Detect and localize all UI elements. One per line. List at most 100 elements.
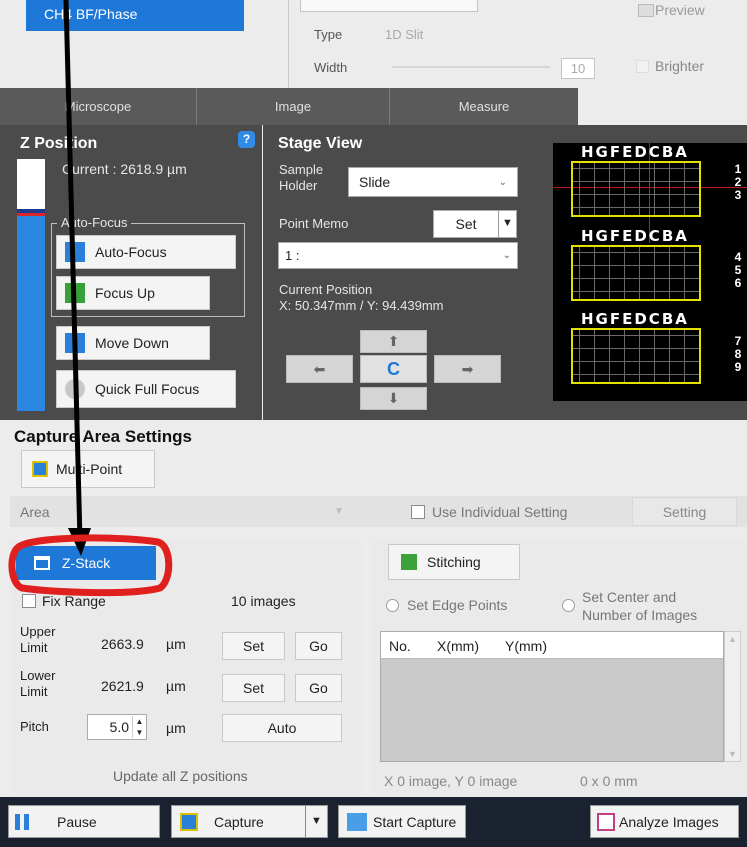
stepper-arrows-icon[interactable]: ▲ ▼ [132,716,146,738]
focus-up-button[interactable]: Focus Up [56,276,210,310]
point-memo-set-label: Set [455,216,477,232]
capture-area-title: Capture Area Settings [14,427,192,446]
top-divider [288,0,289,88]
area-select[interactable]: ▼ [60,499,350,523]
channel-button[interactable]: CH4 BF/Phase [26,0,244,31]
analyze-images-icon [597,812,615,831]
plate-slide-2[interactable] [571,245,701,301]
slot-number: 8 [734,347,742,361]
autofocus-icon [65,242,85,262]
pitch-label: Pitch [20,719,49,734]
upper-set-button[interactable]: Set [222,632,285,660]
slot-number: 7 [734,334,742,348]
lower-limit-value: 2621.9 [101,678,144,694]
analyze-images-button-label: Analyze Images [619,813,719,830]
autofocus-button[interactable]: Auto-Focus [56,235,236,269]
stage-view-title: Stage View [278,135,363,152]
current-position-value: X: 50.347mm / Y: 94.439mm [279,298,444,313]
points-table[interactable]: No. X(mm) Y(mm) [380,631,724,762]
edge-points-radio[interactable] [386,599,399,612]
stitching-size: 0 x 0 mm [580,773,638,789]
pitch-stepper[interactable]: 5.0 ▲ ▼ [87,714,147,740]
tab-measure[interactable]: Measure [390,88,578,125]
multipoint-button-label: Multi-Point [56,461,123,477]
capture-button[interactable]: Capture ▼ [171,805,328,838]
tab-image[interactable]: Image [197,88,390,125]
z-slider[interactable] [17,159,45,411]
move-down-button[interactable]: Move Down [56,326,210,360]
analyze-images-button[interactable]: Analyze Images [590,805,739,838]
tab-microscope[interactable]: Microscope [0,88,197,125]
use-individual-checkbox[interactable] [411,505,425,519]
use-individual-label: Use Individual Setting [432,504,568,520]
slot-number: 9 [734,360,742,374]
lower-set-button[interactable]: Set [222,674,285,702]
stitching-button-label: Stitching [427,554,481,570]
start-capture-button[interactable]: Start Capture [338,805,466,838]
lower-limit-unit: µm [166,678,186,694]
move-down-icon [65,333,85,353]
set-center-radio[interactable] [562,599,575,612]
points-table-scrollbar[interactable]: ▲ ▼ [724,631,741,762]
help-icon[interactable]: ? [238,131,255,148]
scroll-up-icon[interactable]: ▲ [728,634,737,644]
current-position-label: Current Position [279,282,373,297]
start-capture-button-label: Start Capture [373,813,457,830]
zstack-button[interactable]: Z-Stack [16,546,156,580]
slot-number: 2 [734,175,742,189]
focus-up-icon [65,283,85,303]
plate-map[interactable]: HGFEDCBA 1 2 3 HGFEDCBA 4 5 6 HGFEDCBA 7… [553,143,747,401]
plate-letters-row-2: HGFEDCBA [581,227,689,245]
type-label: Type [314,27,343,42]
stage-up-button[interactable]: ⬆ [360,330,427,353]
capture-dropdown-icon[interactable]: ▼ [305,806,327,837]
point-memo-set-button[interactable]: Set ▼ [433,210,517,238]
multipoint-icon [32,461,48,477]
lower-limit-label: Lower Limit [20,668,56,699]
upper-limit-unit: µm [166,636,186,652]
stage-right-button[interactable]: ➡ [434,355,501,383]
z-slider-upper [17,159,45,209]
images-count: 10 images [231,593,296,609]
plate-letters-row-1: HGFEDCBA [581,143,689,161]
auto-button[interactable]: Auto [222,714,342,742]
fix-range-checkbox[interactable] [22,594,36,608]
brighter-label: Brighter [655,58,705,74]
plate-letters-row-3: HGFEDCBA [581,310,689,328]
width-value-field[interactable]: 10 [561,58,595,79]
header-no: No. [389,638,411,654]
stitching-button[interactable]: Stitching [388,544,520,580]
pause-button[interactable]: Pause [8,805,160,838]
plate-slide-1[interactable] [571,161,701,217]
slot-number: 3 [734,188,742,202]
quick-full-focus-button[interactable]: Quick Full Focus [56,370,236,408]
focus-up-button-label: Focus Up [95,285,155,301]
pause-icon [15,813,29,830]
sample-holder-label: Sample Holder [279,162,324,193]
stack-icon [34,556,50,570]
start-capture-icon [347,812,367,831]
brighter-checkbox[interactable] [636,60,649,73]
chevron-down-icon: ⌄ [498,176,507,188]
preview-label[interactable]: Preview [655,2,705,18]
set-center-label: Set Center and Number of Images [582,589,698,623]
plate-slide-3[interactable] [571,328,701,384]
sample-holder-select[interactable]: Slide ⌄ [348,167,518,197]
width-slider-track[interactable] [392,66,550,68]
update-all-z[interactable]: Update all Z positions [113,768,248,784]
type-value: 1D Slit [385,27,424,42]
area-label: Area [20,504,50,520]
stage-center-button[interactable]: C [360,355,427,383]
upper-go-button[interactable]: Go [295,632,342,660]
move-down-button-label: Move Down [95,335,169,351]
stage-down-button[interactable]: ⬇ [360,387,427,410]
setting-button[interactable]: Setting [632,497,737,526]
chevron-down-icon: ⌄ [502,250,511,261]
multipoint-button[interactable]: Multi-Point [21,450,155,488]
point-memo-dropdown-icon[interactable]: ▼ [498,211,516,237]
scroll-down-icon[interactable]: ▼ [728,749,737,759]
sample-holder-value: Slide [359,174,391,190]
lower-go-button[interactable]: Go [295,674,342,702]
stage-left-button[interactable]: ⬅ [286,355,353,383]
point-memo-select[interactable]: 1 : ⌄ [278,242,518,269]
